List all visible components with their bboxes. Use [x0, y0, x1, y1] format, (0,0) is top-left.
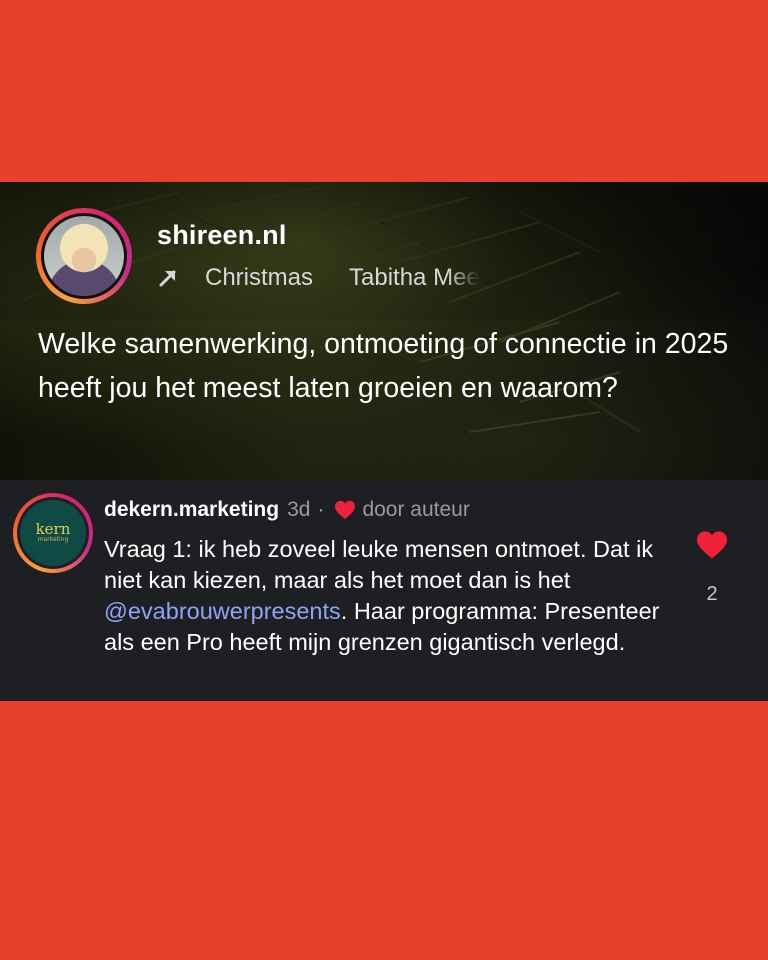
- comment-text: Vraag 1: ik heb zoveel leuke mensen ontm…: [104, 534, 664, 658]
- arrow-up-right-icon: [159, 270, 176, 287]
- kern-logo: kern marketing: [20, 500, 86, 566]
- story-username[interactable]: shireen.nl: [157, 220, 287, 251]
- logo-text: kern: [35, 520, 71, 538]
- liked-by-author-label: door auteur: [362, 498, 470, 521]
- comment-avatar-border: kern marketing: [17, 497, 89, 569]
- avatar-photo: [44, 216, 124, 296]
- avatar-border: [41, 213, 127, 299]
- comment-text-part-1: Vraag 1: ik heb zoveel leuke mensen ontm…: [104, 536, 654, 593]
- comment-header: dekern.marketing 3d · door auteur: [104, 494, 470, 526]
- like-count[interactable]: 2: [700, 583, 724, 606]
- logo-subtext: marketing: [37, 536, 69, 543]
- comment-time: 3d: [287, 498, 311, 521]
- comment-username[interactable]: dekern.marketing: [104, 498, 279, 522]
- like-heart-icon[interactable]: [695, 530, 729, 560]
- mention-link[interactable]: @evabrouwerpresents: [104, 598, 341, 624]
- music-artist: Tabitha Mee: [349, 264, 480, 291]
- story-question: Welke samenwerking, ontmoeting of connec…: [38, 328, 729, 404]
- separator-dot: ·: [317, 498, 325, 521]
- liked-by-author-heart-icon: [335, 500, 356, 520]
- story-avatar[interactable]: [36, 208, 132, 304]
- music-row[interactable]: Christmas Tabitha Mee: [157, 262, 537, 294]
- comment-avatar[interactable]: kern marketing: [13, 493, 93, 573]
- music-title: Christmas: [205, 264, 314, 291]
